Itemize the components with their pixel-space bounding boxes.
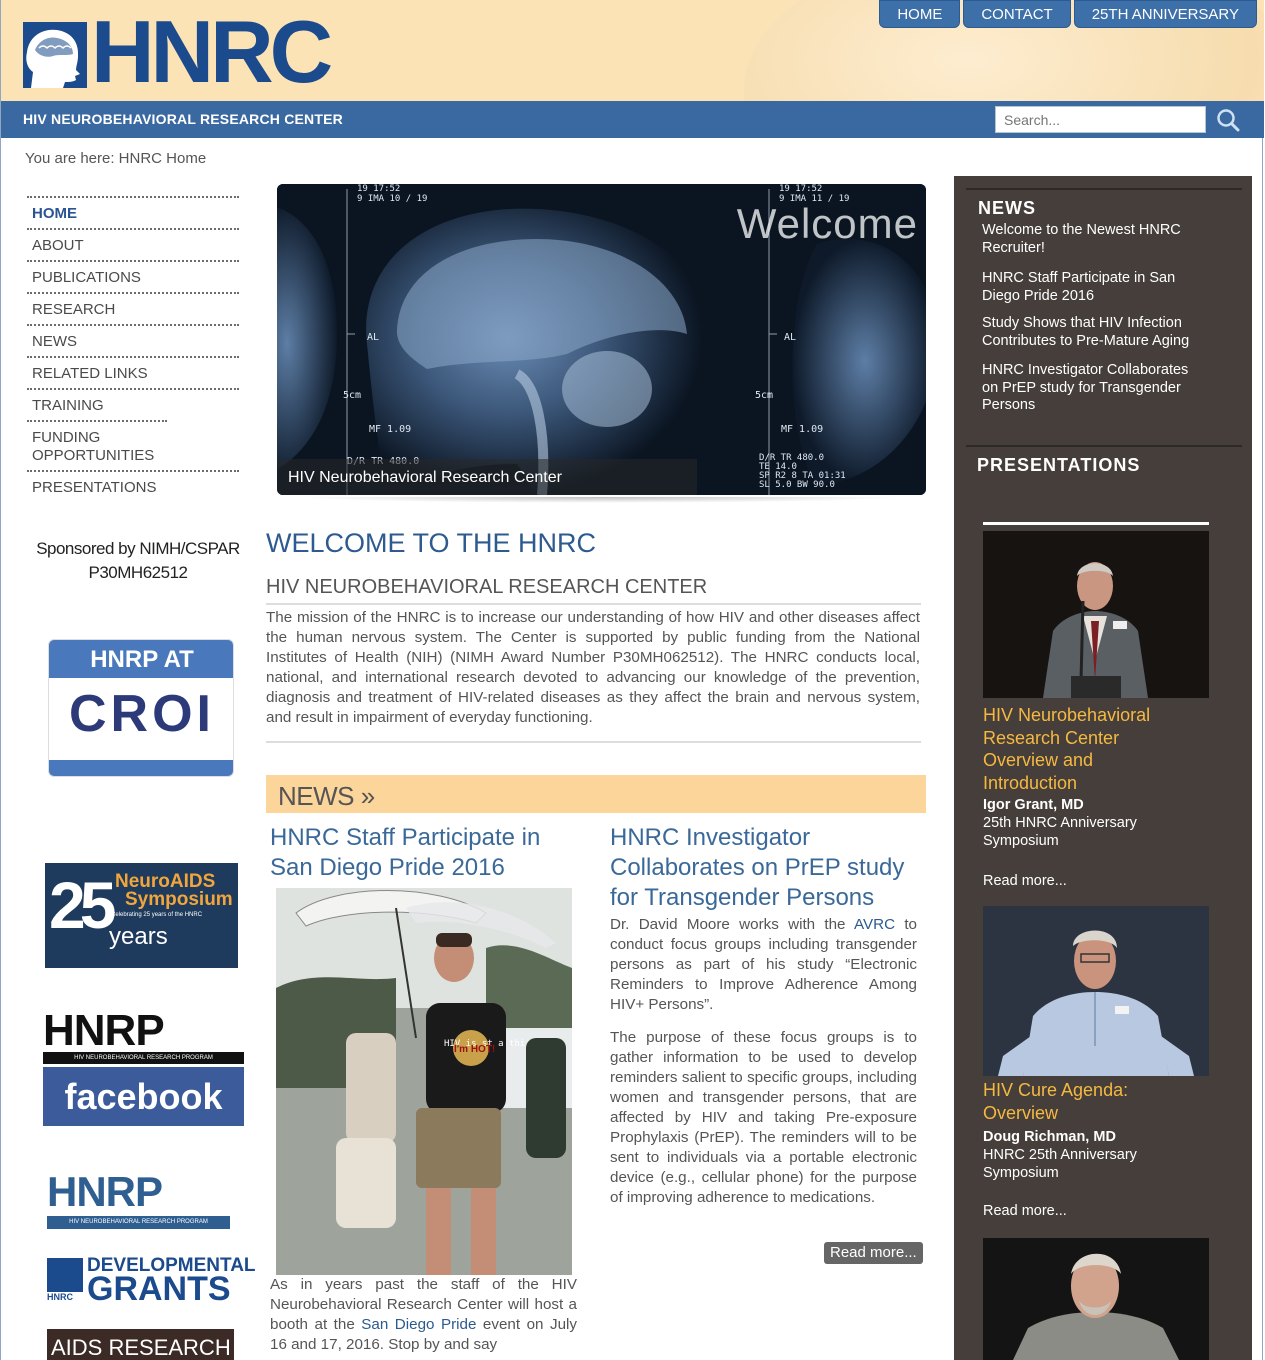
page-title: WELCOME TO THE HNRC [266,528,597,558]
sidebar-news-item[interactable]: HNRC Investigator Collaborates on PrEP s… [982,362,1202,415]
aids-research-promo[interactable]: AIDS RESEARCH [47,1329,234,1360]
page-subtitle: HIV NEUROBEHAVIORAL RESEARCH CENTER [266,576,708,598]
logo-text[interactable]: HNRC [91,8,333,96]
divider [266,741,921,743]
hnrp-logo-text: HNRP [43,1006,165,1055]
croi-promo[interactable]: HNRP AT CROI [48,639,234,777]
nav-25th-anniversary[interactable]: 25TH ANNIVERSARY [1073,0,1257,28]
divider [266,603,921,605]
mri-mf-label: MF 1.09 [369,424,412,435]
presentation-description: 25th HNRC Anniversary Symposium [983,815,1137,849]
sidebar-item-related-links[interactable]: RELATED LINKS [27,356,239,388]
mission-text: The mission of the HNRC is to increase o… [266,609,920,726]
mri-dr-label-right: D/R TR 480.0 TE 14.0 SP R2 8 TA 01:31 SL… [759,453,846,490]
hnrp-facebook-promo[interactable]: HNRP HIV NEUROBEHAVIORAL RESEARCH PROGRA… [43,1006,244,1126]
sidebar-item-news[interactable]: NEWS [27,324,239,356]
avrc-link[interactable]: AVRC [854,916,895,933]
sidebar-news-item[interactable]: HNRC Staff Participate in San Diego Prid… [982,270,1202,305]
presentation-divider [983,522,1209,525]
neuroaids-years: years [109,923,168,950]
sponsor-line-1: Sponsored by NIMH/CSPAR [36,539,240,558]
hnrp-program-subtitle: HIV NEUROBEHAVIORAL RESEARCH PROGRAM [47,1216,230,1229]
sidebar-item-presentations[interactable]: PRESENTATIONS [27,470,239,502]
neuroaids-line-2: Symposium [125,889,233,910]
presentation-thumbnail[interactable] [983,531,1209,698]
sidebar-news-item[interactable]: Welcome to the Newest HNRC Recruiter! [982,222,1202,257]
hero-caption: HIV Neurobehavioral Research Center [277,459,697,495]
sidebar-item-funding-opportunities[interactable]: FUNDING OPPORTUNITIES [27,420,167,470]
aids-research-text: AIDS RESEARCH [51,1335,231,1360]
fan-text: I'm HOT! [454,1044,495,1055]
presentation-speaker: Doug Richman, MD [983,1129,1116,1145]
sidebar-item-publications[interactable]: PUBLICATIONS [27,260,239,292]
mri-5cm-label: 5cm [343,390,362,401]
mri-mf-label-right: MF 1.09 [781,424,824,435]
sidebar-divider [966,188,1242,190]
news-right-para-2: The purpose of these focus groups is to … [610,1029,917,1206]
presentation-speaker: Igor Grant, MD [983,797,1084,813]
sidebar-news-item[interactable]: Study Shows that HIV Infection Contribut… [982,315,1202,350]
presentation-thumbnail[interactable] [983,1238,1209,1360]
san-diego-pride-link[interactable]: San Diego Pride [361,1316,476,1333]
hero-slideshow[interactable]: 19 17:52 9 IMA 10 / 19 19 17:52 9 IMA 11… [277,184,926,495]
sidebar-item-training[interactable]: TRAINING [27,388,239,420]
presentation-thumbnail[interactable] [983,906,1209,1076]
neuroaids-symposium-promo[interactable]: 25 NeuroAIDS Symposium Celebrating 25 ye… [45,863,238,968]
hnrp-program-logo: HNRP [47,1168,163,1215]
presentation-title[interactable]: HIV Cure Agenda: Overview [983,1079,1183,1124]
hnrp-program-promo[interactable]: HNRP HIV NEUROBEHAVIORAL RESEARCH PROGRA… [47,1168,230,1230]
mri-al-label: AL [367,332,380,343]
news-right-para-1: Dr. David Moore works with the AVRC to c… [610,915,917,1015]
sidebar-item-about[interactable]: ABOUT [27,228,239,260]
pride-photo: HIV is st a thi I'm HOT! [276,888,572,1275]
top-nav: HOME CONTACT 25TH ANNIVERSARY [879,0,1257,28]
news-left-title[interactable]: HNRC Staff Participate in San Diego Prid… [270,823,570,883]
news-right-text-1: Dr. David Moore works with the [610,916,854,933]
read-more-button[interactable]: Read more... [824,1242,923,1264]
sidebar-divider [966,445,1242,447]
neuroaids-line-3: Celebrating 25 years of the HNRC [111,912,203,918]
croi-promo-logo: CROI [69,685,215,743]
sidebar-item-home[interactable]: HOME [27,196,239,228]
dev-grants-small: HNRC [47,1292,73,1302]
breadcrumb: You are here: HNRC Home [25,150,207,167]
neuroaids-number: 25 [49,868,116,942]
nav-contact[interactable]: CONTACT [963,0,1071,28]
news-section-header[interactable]: NEWS » [266,775,926,813]
search-icon[interactable] [1215,107,1241,133]
dev-grants-line-2: GRANTS [87,1270,231,1308]
sponsor-line-2: P30MH62512 [88,563,188,582]
news-section-title: NEWS » [278,781,375,811]
hnrp-logo-subtitle: HIV NEUROBEHAVIORAL RESEARCH PROGRAM [43,1052,244,1064]
presentation-description: HNRC 25th Anniversary Symposium [983,1147,1137,1181]
news-left-body: As in years past the staff of the HIV Ne… [270,1275,577,1355]
logo-head-icon[interactable] [23,22,87,88]
sidebar-nav: HOME ABOUT PUBLICATIONS RESEARCH NEWS RE… [27,196,239,502]
facebook-logo: facebook [43,1067,244,1126]
hero-shadow [297,497,906,503]
sidebar-item-research[interactable]: RESEARCH [27,292,239,324]
site-tagline: HIV NEUROBEHAVIORAL RESEARCH CENTER [23,111,343,127]
hero-welcome-text: Welcome [736,200,918,247]
nav-home[interactable]: HOME [879,0,961,28]
sponsor-text: Sponsored by NIMH/CSPAR P30MH62512 [25,537,251,585]
mri-left-label: 19 17:52 9 IMA 10 / 19 [357,184,428,204]
mri-al-label-right: AL [784,332,797,343]
sidebar-news-heading: NEWS [978,198,1036,218]
developmental-grants-promo[interactable]: HNRC DEVELOPMENTAL GRANTS [47,1255,256,1308]
presentation-title[interactable]: HIV Neurobehavioral Research Center Over… [983,704,1183,794]
news-right-title[interactable]: HNRC Investigator Collaborates on PrEP s… [610,823,910,913]
sidebar-presentations-heading: PRESENTATIONS [977,455,1141,475]
presentation-read-more[interactable]: Read more... [983,1203,1067,1219]
croi-promo-title: HNRP AT [90,646,194,673]
presentation-read-more[interactable]: Read more... [983,873,1067,889]
search-input[interactable] [995,106,1206,133]
mri-5cm-label-right: 5cm [755,390,774,401]
